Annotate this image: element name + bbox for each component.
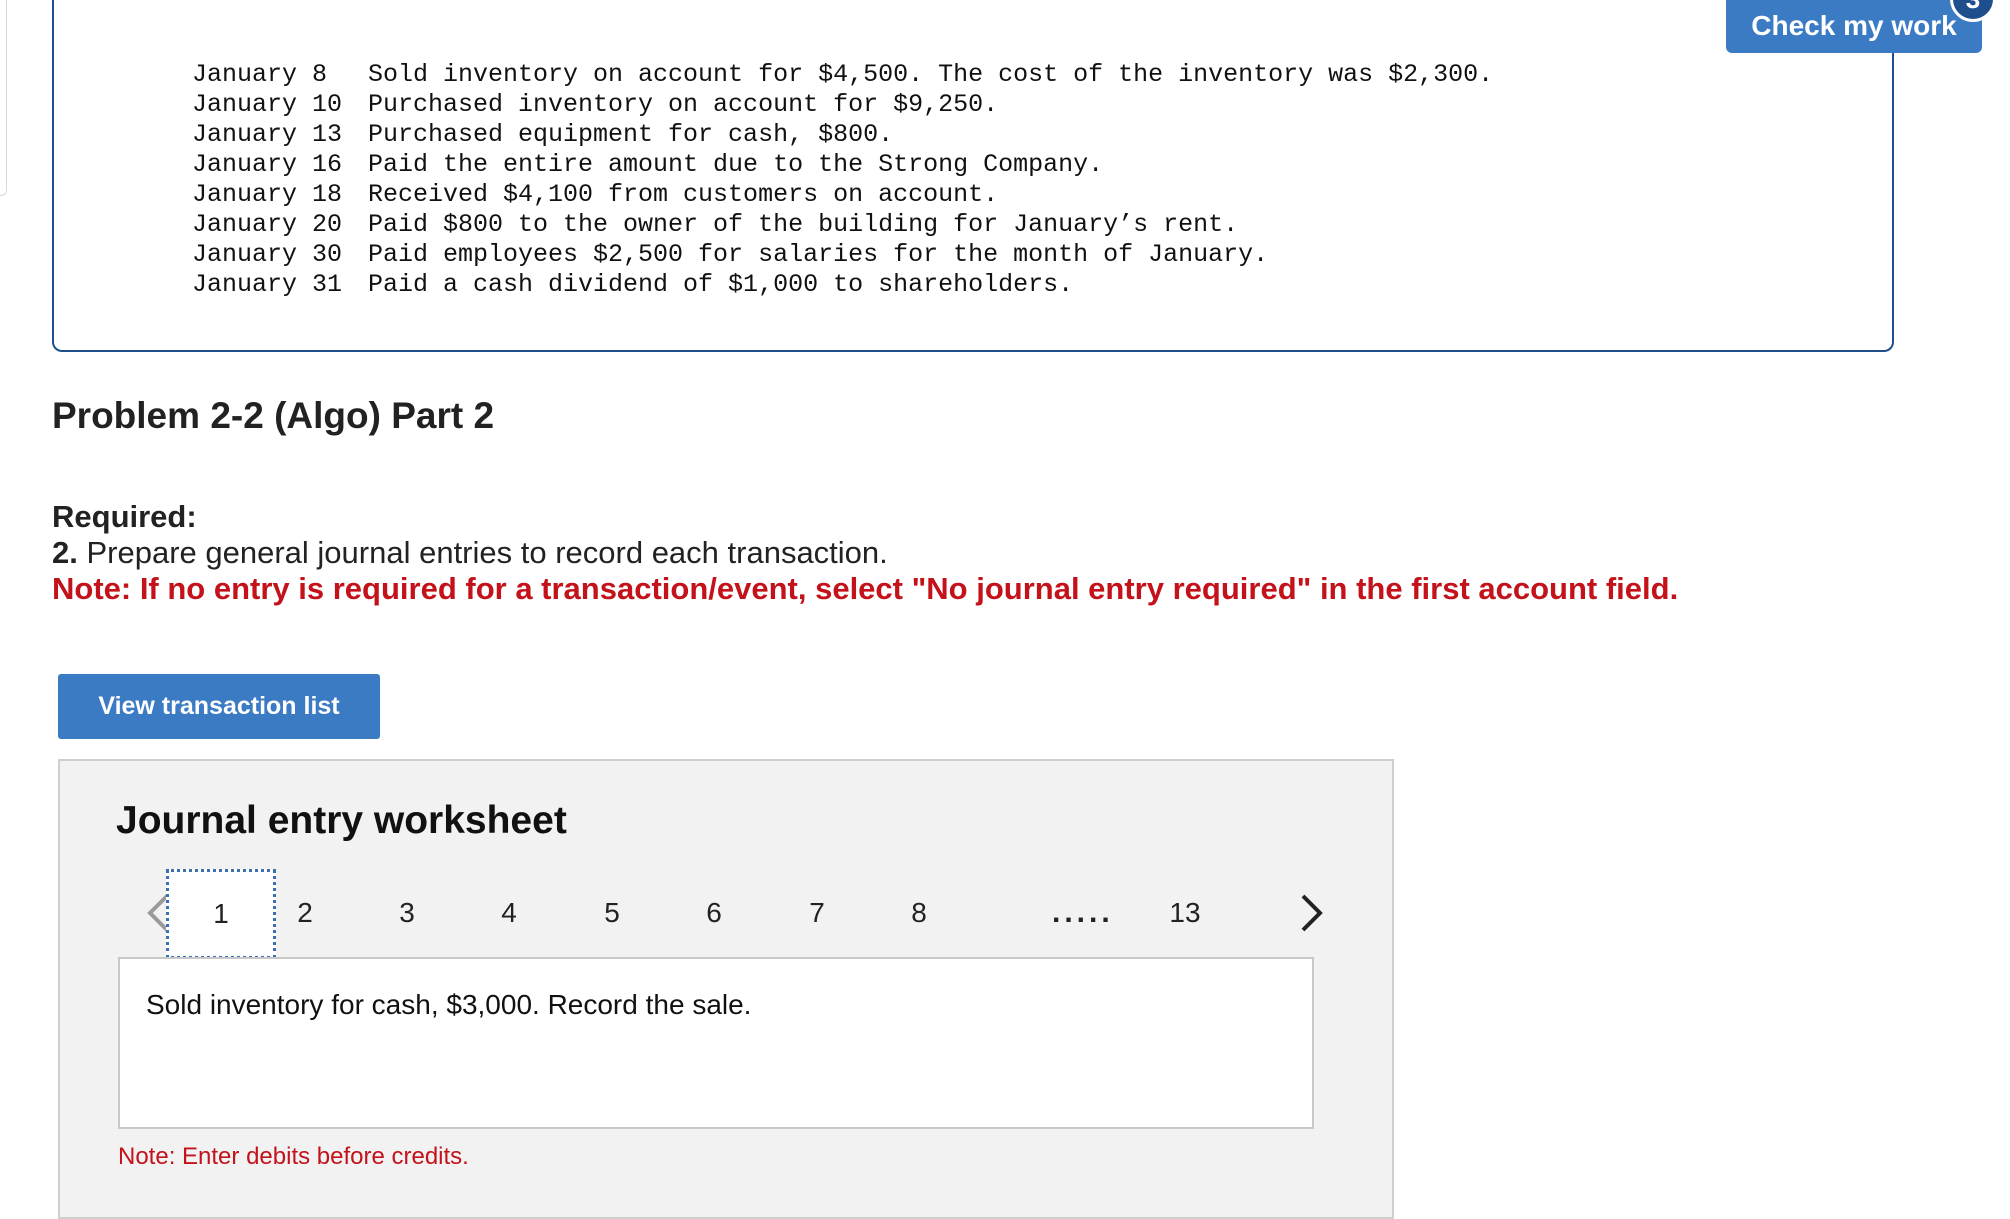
journal-entry-worksheet: Journal entry worksheet 1 2 3 4 5 6 7 8 …	[58, 759, 1394, 1219]
transaction-row: January 10 Purchased inventory on account…	[192, 90, 1493, 120]
transaction-list: January 8 Sold inventory on account for $…	[192, 60, 1493, 300]
page-button-4[interactable]: 4	[479, 869, 539, 957]
transaction-row: January 31 Paid a cash dividend of $1,000…	[192, 270, 1493, 300]
transaction-description-box: Sold inventory for cash, $3,000. Record …	[118, 957, 1314, 1129]
side-panel-edge	[0, 0, 7, 196]
transaction-date: January 30	[192, 240, 343, 269]
page-button-13[interactable]: 13	[1155, 869, 1215, 957]
page-button-7[interactable]: 7	[787, 869, 847, 957]
transaction-row: January 16 Paid the entire amount due to …	[192, 150, 1493, 180]
transaction-row: January 18 Received $4,100 from customers…	[192, 180, 1493, 210]
page-button-8[interactable]: 8	[889, 869, 949, 957]
transaction-text: Paid the entire amount due to the Strong…	[368, 150, 1104, 179]
required-text: Prepare general journal entries to recor…	[86, 535, 888, 570]
page-button-5[interactable]: 5	[582, 869, 642, 957]
view-transaction-list-button[interactable]: View transaction list	[58, 674, 380, 739]
transaction-date: January 18	[192, 180, 343, 209]
transaction-row: January 8 Sold inventory on account for $…	[192, 60, 1493, 90]
page-button-1[interactable]: 1	[166, 869, 276, 959]
transaction-row: January 20 Paid $800 to the owner of the …	[192, 210, 1493, 240]
page-button-6[interactable]: 6	[684, 869, 744, 957]
transaction-row: January 30 Paid employees $2,500 for sala…	[192, 240, 1493, 270]
transaction-text: Purchased inventory on account for $9,25…	[368, 90, 999, 119]
debits-credits-note: Note: Enter debits before credits.	[118, 1143, 469, 1170]
chevron-right-icon[interactable]	[1282, 869, 1342, 957]
transaction-date: January 20	[192, 210, 343, 239]
check-my-work-button[interactable]: Check my work	[1726, 0, 1982, 53]
transaction-text: Received $4,100 from customers on accoun…	[368, 180, 999, 209]
transaction-date: January 8	[192, 60, 328, 89]
transaction-text: Sold inventory on account for $4,500. Th…	[368, 60, 1494, 89]
transaction-text: Paid employees $2,500 for salaries for t…	[368, 240, 1269, 269]
no-entry-note: Note: If no entry is required for a tran…	[52, 571, 1679, 606]
transaction-description: Sold inventory for cash, $3,000. Record …	[146, 989, 752, 1020]
transaction-date: January 31	[192, 270, 343, 299]
transaction-text: Purchased equipment for cash, $800.	[368, 120, 894, 149]
required-number: 2.	[52, 535, 78, 570]
problem-title: Problem 2-2 (Algo) Part 2	[52, 395, 495, 436]
transaction-date: January 10	[192, 90, 343, 119]
transaction-date: January 16	[192, 150, 343, 179]
required-instruction: 2. Prepare general journal entries to re…	[52, 535, 888, 571]
transaction-text: Paid $800 to the owner of the building f…	[368, 210, 1239, 239]
transaction-row: January 13 Purchased equipment for cash, …	[192, 120, 1493, 150]
page-button-2[interactable]: 2	[275, 869, 335, 957]
transaction-list-box: January 8 Sold inventory on account for $…	[52, 0, 1894, 352]
worksheet-title: Journal entry worksheet	[116, 799, 567, 842]
transaction-text: Paid a cash dividend of $1,000 to shareh…	[368, 270, 1074, 299]
transaction-date: January 13	[192, 120, 343, 149]
transaction-pager: 1 2 3 4 5 6 7 8 ..... 13	[60, 869, 1392, 959]
required-label: Required:	[52, 499, 197, 534]
page-ellipsis: .....	[1052, 896, 1114, 929]
page-button-3[interactable]: 3	[377, 869, 437, 957]
